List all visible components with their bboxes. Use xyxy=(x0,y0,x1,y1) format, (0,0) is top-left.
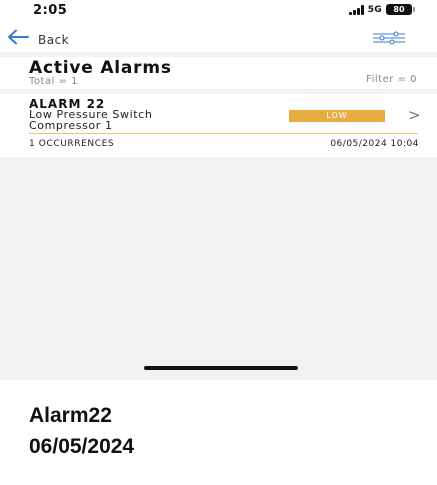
status-time: 2:05 xyxy=(33,3,68,18)
back-button[interactable]: Back xyxy=(38,33,69,47)
caption: Alarm22 06/05/2024 xyxy=(29,400,134,462)
alarms-header: Active Alarms Total = 1 Filter = 0 xyxy=(0,57,437,89)
nav-bar: Back xyxy=(0,22,437,52)
caption-alarm: Alarm22 xyxy=(29,404,112,427)
status-indicators: 5G 80 xyxy=(348,4,415,15)
caption-date: 06/05/2024 xyxy=(29,435,135,458)
alarm-list-item[interactable]: ALARM 22 Low Pressure Switch Compressor … xyxy=(0,94,437,157)
battery-tip xyxy=(413,7,415,12)
page-title: Active Alarms xyxy=(29,58,172,78)
chevron-right-icon[interactable]: > xyxy=(408,106,421,124)
status-bar: 2:05 5G 80 xyxy=(0,0,437,22)
back-arrow-icon[interactable] xyxy=(7,29,29,45)
signal-icon xyxy=(348,4,364,15)
network-type: 5G xyxy=(367,4,382,15)
alarm-timestamp: 06/05/2024 10:04 xyxy=(330,139,419,149)
alarm-divider xyxy=(29,133,418,134)
home-indicator xyxy=(144,366,298,370)
phone-screen: 2:05 5G 80 Back Active Alarms Total = 1 … xyxy=(0,0,437,380)
alarm-equipment: Compressor 1 xyxy=(29,119,113,132)
filter-count: Filter = 0 xyxy=(366,74,417,85)
total-count: Total = 1 xyxy=(29,76,78,87)
battery-icon: 80 xyxy=(386,4,412,15)
occurrence-count: 1 OCCURRENCES xyxy=(29,139,115,149)
severity-badge: LOW xyxy=(289,110,385,122)
filter-sliders-icon[interactable] xyxy=(372,31,406,45)
